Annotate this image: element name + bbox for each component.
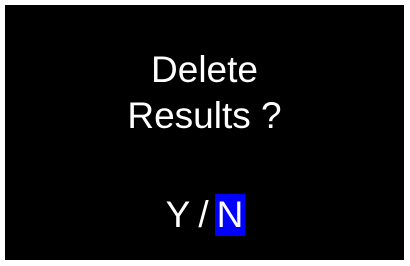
dialog-message-line-1: Delete <box>151 49 258 90</box>
option-separator: / <box>198 194 209 235</box>
yes-option[interactable]: Y <box>164 194 193 236</box>
device-screen: Delete Results ? Y / N <box>5 5 404 260</box>
no-option[interactable]: N <box>214 194 246 236</box>
confirm-options: Y / N <box>5 194 404 236</box>
dialog-message-line-2: Results ? <box>127 95 282 136</box>
